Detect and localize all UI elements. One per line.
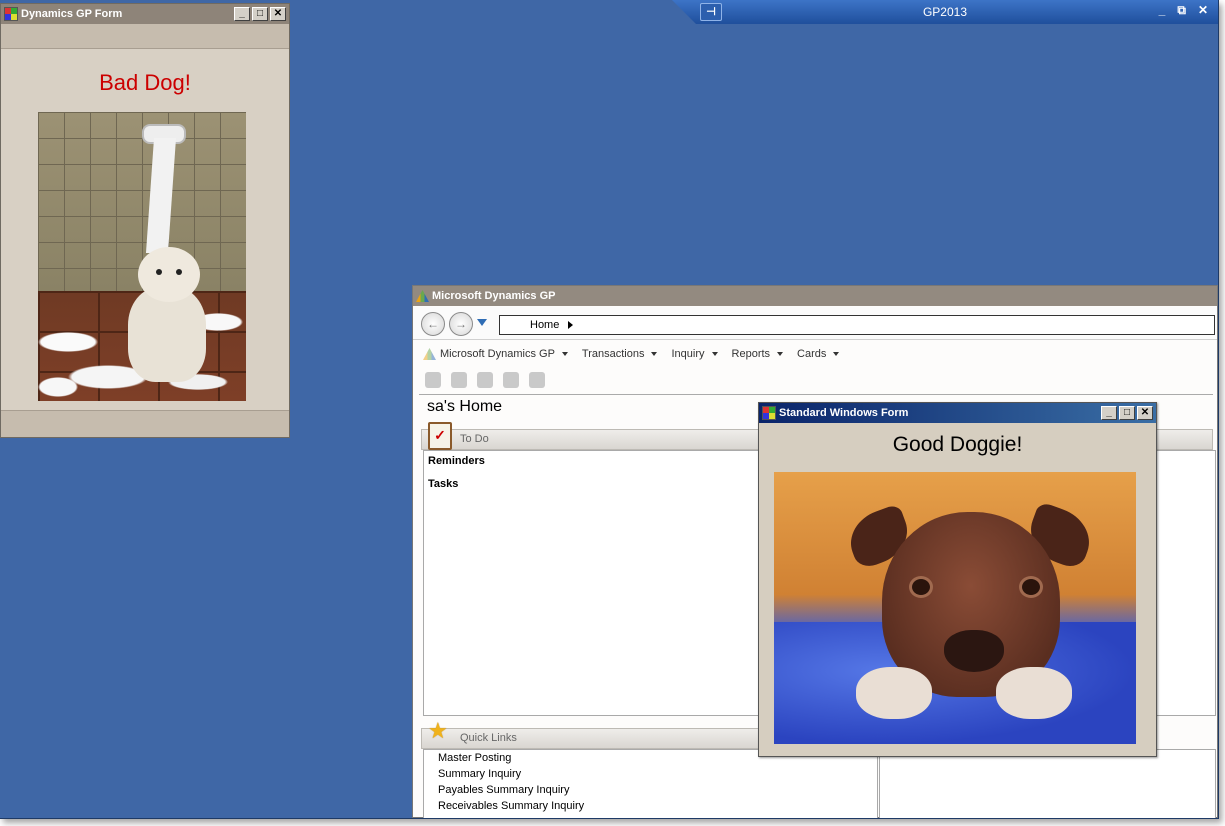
dog-paw [856,667,932,719]
gp-form-status-bar [1,410,289,437]
dog-eye [176,269,182,275]
todo-label: To Do [460,433,489,445]
breadcrumb-arrow-icon[interactable] [568,321,573,329]
bad-dog-heading: Bad Dog! [99,70,191,95]
quick-links-pane: Master Posting Summary Inquiry Payables … [423,749,878,818]
menu-cards[interactable]: Cards [797,348,840,360]
quick-link[interactable]: Summary Inquiry [438,768,521,780]
dynamics-gp-form-window[interactable]: Dynamics GP Form _ □ ✕ Bad Dog! [0,3,290,438]
address-bar[interactable]: Home [499,315,1215,335]
quick-links-label: Quick Links [460,732,517,744]
remote-desktop-bar: ⊣ GP2013 _ ⧉ ✕ [672,0,1218,24]
windows-icon[interactable] [425,372,441,388]
menu-inquiry[interactable]: Inquiry [671,348,718,360]
breadcrumb-home[interactable]: Home [530,319,559,331]
rd-restore-button[interactable]: ⧉ [1177,3,1186,18]
rd-minimize-button[interactable]: _ [1159,3,1166,18]
alerts-bell-icon[interactable] [477,372,493,388]
dog-eye [156,269,162,275]
maximize-button[interactable]: □ [252,7,268,21]
bad-dog-photo [38,112,246,401]
menu-reports[interactable]: Reports [732,348,784,360]
dog-eye [912,579,930,595]
gp-form-titlebar[interactable]: Dynamics GP Form _ □ ✕ [1,4,289,24]
standard-windows-form-window[interactable]: Standard Windows Form _ □ ✕ Good Doggie! [758,402,1157,757]
chevron-down-icon [711,352,718,356]
std-form-titlebar[interactable]: Standard Windows Form _ □ ✕ [759,403,1156,423]
close-button[interactable]: ✕ [1137,406,1153,420]
dog-head [138,247,200,302]
toolbar [425,372,545,388]
gp-main-titlebar[interactable]: Microsoft Dynamics GP [413,286,1217,306]
menu-microsoft-dynamics-gp[interactable]: Microsoft Dynamics GP [423,348,568,360]
chevron-down-icon [651,352,658,356]
window-title: Dynamics GP Form [21,8,123,20]
quick-link[interactable]: Payables Summary Inquiry [438,784,569,796]
dynamics-logo-icon [423,348,436,360]
settings-icon[interactable] [503,372,519,388]
reminders-heading[interactable]: Reminders [428,455,485,467]
dynamics-logo-icon [416,290,429,302]
chevron-down-icon [561,352,568,356]
menu-transactions[interactable]: Transactions [582,348,658,360]
rd-close-button[interactable]: ✕ [1198,3,1208,18]
page-title: sa's Home [427,398,503,415]
window-icon [762,406,776,420]
forward-arrow-icon[interactable]: → [449,312,473,336]
minimize-button[interactable]: _ [1101,406,1117,420]
navigation-bar: ← → Home [413,307,1217,340]
desktop: ⊣ GP2013 _ ⧉ ✕ Dynamics GP Form _ □ ✕ Ba… [0,0,1219,819]
chevron-down-icon [833,352,840,356]
remote-desktop-title: GP2013 [922,5,968,19]
minimize-button[interactable]: _ [234,7,250,21]
good-dog-photo [774,472,1136,744]
good-doggie-heading: Good Doggie! [892,433,1023,456]
quick-link[interactable]: Receivables Summary Inquiry [438,800,584,812]
printer-icon[interactable] [529,372,545,388]
dog-nose [944,630,1004,672]
star-icon: ★ [428,718,448,743]
window-icon [4,7,18,21]
history-dropdown-icon[interactable] [477,319,487,326]
quick-link[interactable]: Master Posting [438,752,511,764]
menu-bar: Microsoft Dynamics GP Transactions Inqui… [423,348,840,360]
chevron-down-icon [777,352,784,356]
close-button[interactable]: ✕ [270,7,286,21]
tasks-heading[interactable]: Tasks [428,478,458,490]
maximize-button[interactable]: □ [1119,406,1135,420]
window-title: Standard Windows Form [779,407,909,419]
back-arrow-icon[interactable]: ← [421,312,445,336]
dog-eye [1022,579,1040,595]
dog-paw [996,667,1072,719]
secondary-pane [879,749,1216,818]
window-title: Microsoft Dynamics GP [432,290,556,302]
checklist-icon: ✓ [428,422,452,450]
gp-form-toolbar [1,24,289,49]
tasks-icon[interactable] [451,372,467,388]
